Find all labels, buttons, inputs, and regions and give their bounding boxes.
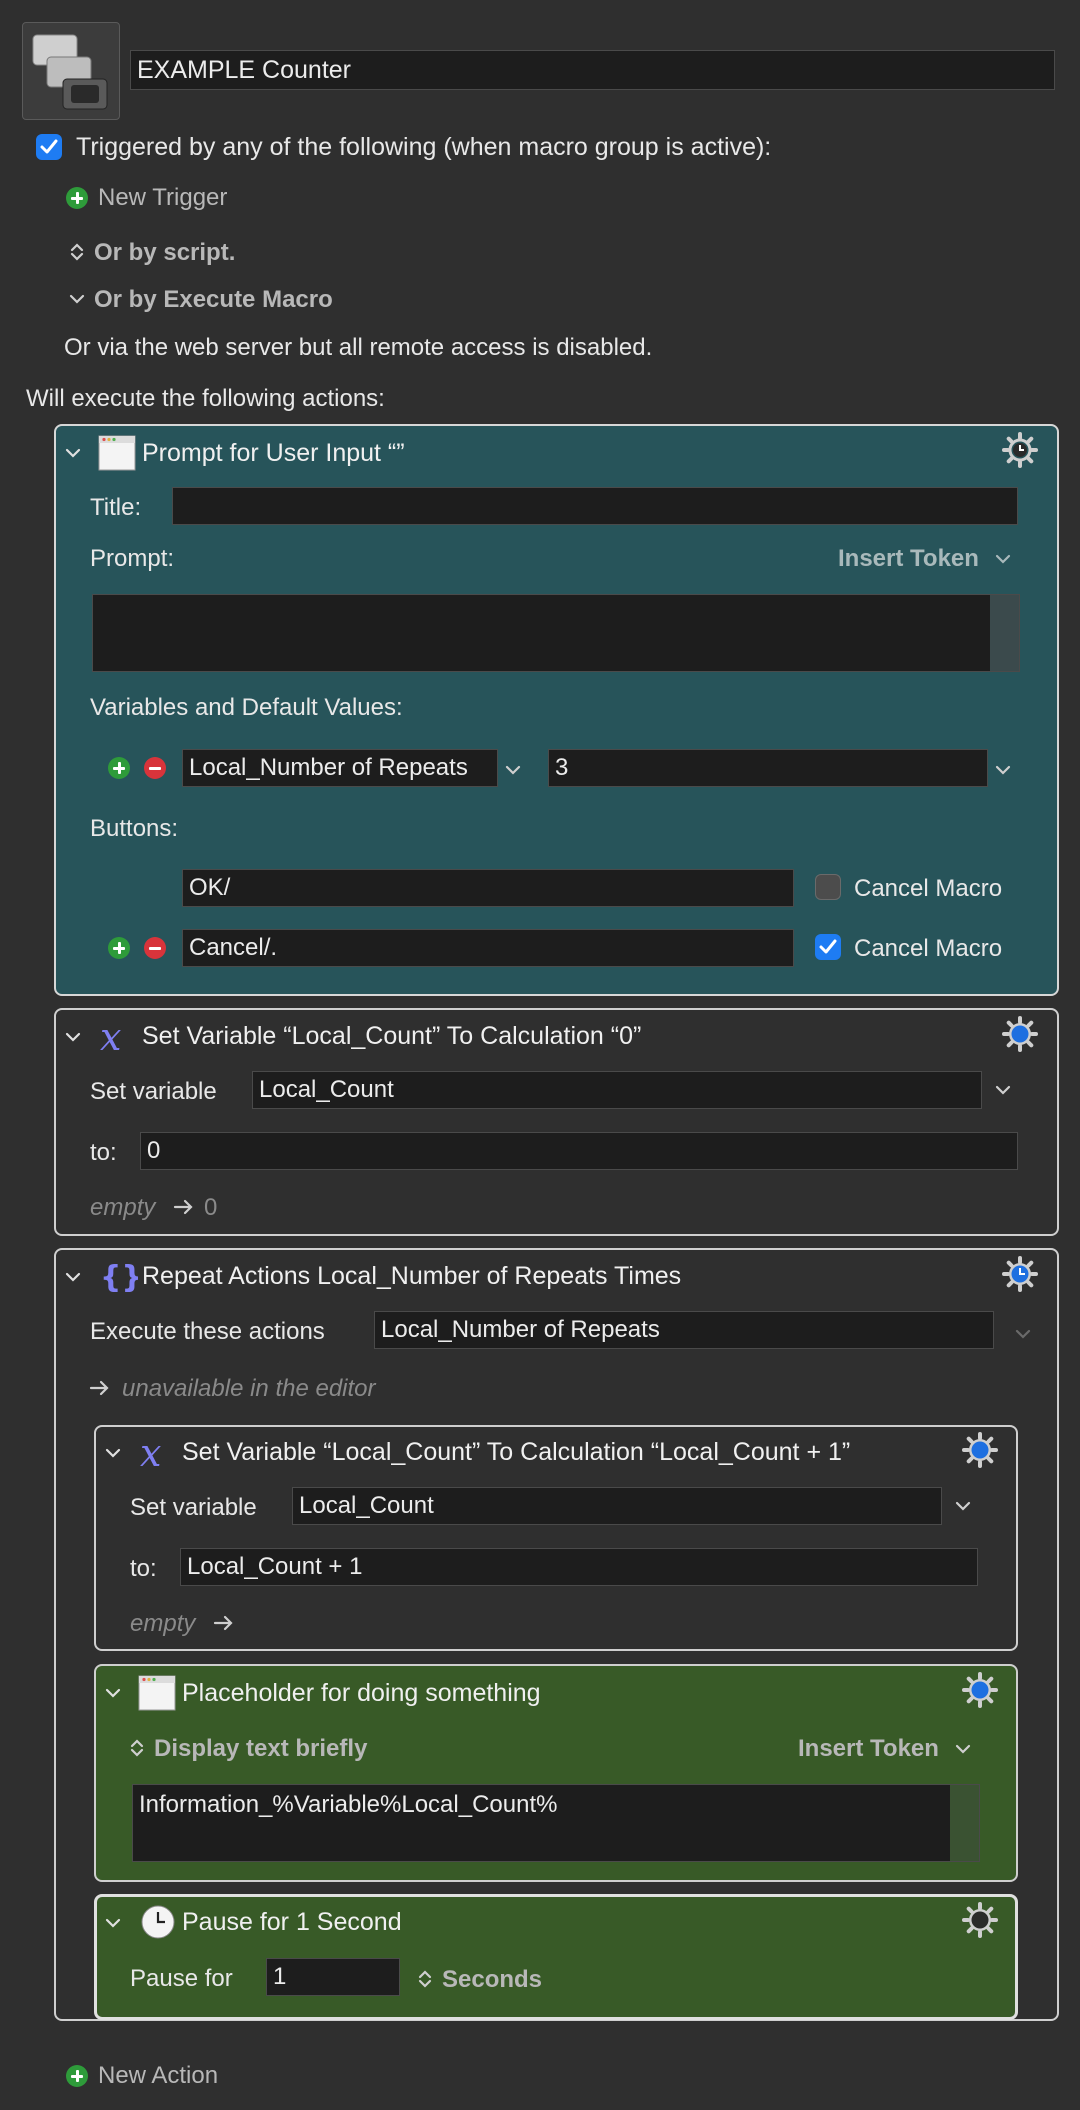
display-scrollbar[interactable] — [950, 1785, 979, 1861]
add-button-icon[interactable] — [108, 937, 130, 959]
new-action-plus-icon[interactable] — [66, 2065, 88, 2087]
macro-icon[interactable] — [22, 22, 120, 120]
inner-set-variable-title: Set Variable “Local_Count” To Calculatio… — [182, 1438, 851, 1466]
remove-variable-icon[interactable] — [144, 757, 166, 779]
or-by-script-label[interactable]: Or by script. — [94, 239, 235, 267]
cancel-macro-checkbox-cancel[interactable] — [815, 934, 841, 960]
chevron-down-icon[interactable] — [992, 759, 1014, 781]
pause-for-label: Pause for — [130, 1965, 233, 1992]
trigger-checkbox[interactable] — [36, 134, 62, 160]
insert-token-menu[interactable]: Insert Token — [838, 545, 979, 573]
window-icon — [138, 1674, 176, 1712]
chevron-down-icon[interactable] — [502, 759, 524, 781]
cancel-macro-label: Cancel Macro — [854, 935, 1003, 962]
variable-x-icon: x — [98, 1018, 138, 1058]
prompt-label: Prompt: — [90, 545, 175, 572]
display-text-area[interactable]: Information_%Variable%Local_Count% — [132, 1784, 980, 1862]
macro-name-field[interactable]: EXAMPLE Counter — [130, 50, 1055, 90]
svg-text:x: x — [100, 1018, 121, 1058]
arrow-right-icon — [88, 1376, 112, 1400]
insert-token-menu[interactable]: Insert Token — [798, 1735, 939, 1763]
updown-chevron-icon[interactable] — [66, 241, 88, 263]
prompt-action-title: Prompt for User Input “” — [142, 439, 405, 467]
chevron-down-icon[interactable] — [66, 288, 88, 310]
trigger-checkbox-label: Triggered by any of the following (when … — [76, 133, 772, 161]
gear-icon[interactable] — [1002, 1256, 1038, 1292]
prompt-text-area[interactable] — [92, 594, 1020, 672]
set-variable-field[interactable]: Local_Count — [252, 1071, 982, 1109]
repeat-action-title: Repeat Actions Local_Number of Repeats T… — [142, 1262, 682, 1290]
button-field-cancel[interactable]: Cancel/. — [182, 929, 794, 967]
empty-label: empty — [90, 1194, 156, 1221]
unavailable-label: unavailable in the editor — [122, 1375, 376, 1402]
display-action-title: Placeholder for doing something — [182, 1679, 541, 1707]
new-action-button[interactable]: New Action — [98, 2062, 218, 2090]
execute-these-actions-label: Execute these actions — [90, 1318, 325, 1345]
set-variable-label: Set variable — [90, 1078, 217, 1105]
add-variable-icon[interactable] — [108, 757, 130, 779]
clock-icon — [140, 1904, 176, 1940]
chevron-down-icon[interactable] — [62, 442, 84, 464]
inner-to-field[interactable]: Local_Count + 1 — [180, 1548, 978, 1586]
pause-unit-menu[interactable]: Seconds — [442, 1966, 542, 1994]
chevron-down-icon[interactable] — [62, 1026, 84, 1048]
new-trigger-button[interactable]: New Trigger — [98, 184, 227, 212]
web-server-note: Or via the web server but all remote acc… — [64, 334, 653, 361]
window-icon — [98, 434, 136, 472]
chevron-down-icon[interactable] — [102, 1912, 124, 1934]
gear-icon[interactable] — [1002, 432, 1038, 468]
title-field[interactable] — [172, 487, 1018, 525]
chevron-down-icon[interactable] — [952, 1495, 974, 1517]
braces-icon: {} — [98, 1256, 138, 1296]
to-label: to: — [130, 1555, 157, 1582]
remove-button-icon[interactable] — [144, 937, 166, 959]
button-field-ok[interactable]: OK/ — [182, 869, 794, 907]
arrow-right-icon — [172, 1195, 196, 1219]
chevron-down-icon[interactable] — [102, 1682, 124, 1704]
display-mode-menu[interactable]: Display text briefly — [154, 1735, 367, 1763]
pause-action-title: Pause for 1 Second — [182, 1908, 402, 1936]
svg-text:{}: {} — [100, 1260, 138, 1295]
arrow-right-icon — [212, 1611, 236, 1635]
calculation-result: 0 — [204, 1194, 218, 1221]
chevron-down-icon[interactable] — [992, 548, 1014, 570]
to-field[interactable]: 0 — [140, 1132, 1018, 1170]
will-execute-label: Will execute the following actions: — [26, 385, 385, 412]
title-label: Title: — [90, 494, 142, 521]
cancel-macro-checkbox-ok[interactable] — [815, 874, 841, 900]
variable-name-field[interactable]: Local_Number of Repeats — [182, 749, 498, 787]
inner-set-variable-field[interactable]: Local_Count — [292, 1487, 942, 1525]
variable-x-icon: x — [138, 1434, 178, 1474]
chevron-down-icon[interactable] — [952, 1738, 974, 1760]
gear-icon[interactable] — [962, 1672, 998, 1708]
buttons-label: Buttons: — [90, 815, 179, 842]
empty-label: empty — [130, 1610, 196, 1637]
chevron-down-icon[interactable] — [62, 1266, 84, 1288]
new-trigger-plus-icon[interactable] — [66, 187, 88, 209]
updown-chevron-icon[interactable] — [126, 1737, 148, 1759]
svg-text:x: x — [140, 1434, 161, 1474]
cancel-macro-label: Cancel Macro — [854, 875, 1003, 902]
prompt-scrollbar[interactable] — [990, 595, 1019, 671]
or-by-execute-macro-label[interactable]: Or by Execute Macro — [94, 286, 333, 314]
gear-icon[interactable] — [1002, 1016, 1038, 1052]
to-label: to: — [90, 1139, 117, 1166]
updown-chevron-icon[interactable] — [414, 1968, 436, 1990]
chevron-down-icon[interactable] — [102, 1442, 124, 1464]
set-variable-title: Set Variable “Local_Count” To Calculatio… — [142, 1022, 642, 1050]
gear-icon[interactable] — [962, 1902, 998, 1938]
chevron-down-icon[interactable] — [992, 1079, 1014, 1101]
set-variable-label: Set variable — [130, 1494, 257, 1521]
variables-label: Variables and Default Values: — [90, 694, 403, 721]
repeat-count-field[interactable]: Local_Number of Repeats — [374, 1311, 994, 1349]
variable-default-field[interactable]: 3 — [548, 749, 988, 787]
chevron-down-icon[interactable] — [1012, 1323, 1034, 1345]
gear-icon[interactable] — [962, 1432, 998, 1468]
pause-duration-field[interactable]: 1 — [266, 1958, 400, 1996]
